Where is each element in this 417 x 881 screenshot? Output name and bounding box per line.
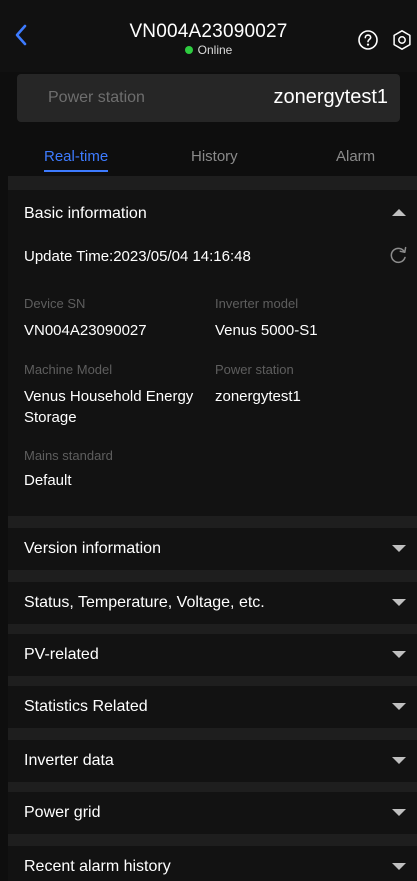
update-time-row: Update Time:2023/05/04 14:16:48: [24, 248, 251, 265]
refresh-button[interactable]: [387, 244, 409, 266]
device-status-label: Online: [197, 43, 233, 57]
section-divider: [8, 516, 417, 528]
power-station-value: zonergytest1: [273, 86, 388, 108]
section-label: Inverter data: [24, 752, 114, 769]
expand-chevron-down-icon: [392, 757, 406, 764]
expand-chevron-down-icon: [392, 863, 406, 870]
basic-information-title[interactable]: Basic information: [24, 205, 147, 223]
tab-real-time[interactable]: Real-time: [44, 148, 108, 165]
section-inverter-data[interactable]: Inverter data: [8, 740, 417, 782]
section-power-grid[interactable]: Power grid: [8, 792, 417, 834]
section-label: Status, Temperature, Voltage, etc.: [24, 594, 265, 611]
expand-chevron-down-icon: [392, 599, 406, 606]
refresh-icon: [390, 246, 407, 264]
section-status-temperature-voltage[interactable]: Status, Temperature, Voltage, etc.: [8, 582, 417, 624]
power-station-field-label: Power station: [215, 362, 294, 377]
device-sn-value: VN004A23090027: [24, 322, 147, 339]
section-label: Version information: [24, 540, 161, 557]
help-button[interactable]: [357, 29, 379, 51]
device-sn-label: Device SN: [24, 296, 86, 311]
inverter-model-value: Venus 5000-S1: [215, 322, 318, 339]
power-station-field-value: zonergytest1: [215, 388, 301, 405]
basic-information-panel: Basic information Update Time:2023/05/04…: [8, 190, 417, 516]
section-divider: [8, 676, 417, 686]
section-divider: [8, 570, 417, 582]
device-status: Online: [0, 43, 417, 57]
tab-bar: Real-time History Alarm: [0, 140, 417, 176]
tab-alarm[interactable]: Alarm: [336, 148, 375, 165]
section-label: Power grid: [24, 804, 101, 821]
expand-chevron-down-icon: [392, 703, 406, 710]
expand-chevron-down-icon: [392, 809, 406, 816]
collapse-chevron-up-icon[interactable]: [392, 209, 406, 216]
update-time-value: 2023/05/04 14:16:48: [113, 248, 251, 265]
machine-model-value: Venus Household Energy Storage: [24, 388, 194, 426]
settings-icon: [393, 30, 411, 50]
device-title-block: VN004A23090027 Online: [0, 21, 417, 58]
active-tab-indicator: [44, 170, 108, 172]
power-station-label: Power station: [48, 89, 145, 106]
expand-chevron-down-icon: [392, 651, 406, 658]
section-divider: [8, 728, 417, 740]
section-recent-alarm-history[interactable]: Recent alarm history: [8, 846, 417, 881]
top-header: VN004A23090027 Online: [0, 0, 417, 72]
help-icon: [358, 30, 378, 50]
section-version-information[interactable]: Version information: [8, 528, 417, 570]
inverter-model-label: Inverter model: [215, 296, 299, 311]
section-label: Statistics Related: [24, 698, 148, 715]
settings-button[interactable]: [391, 29, 413, 51]
section-divider: [8, 782, 417, 792]
tab-history[interactable]: History: [191, 148, 238, 165]
section-label: PV-related: [24, 646, 99, 663]
section-divider: [8, 834, 417, 846]
device-title: VN004A23090027: [129, 21, 288, 42]
section-label: Recent alarm history: [24, 858, 171, 875]
update-time-label: Update Time:: [24, 248, 114, 265]
expand-chevron-down-icon: [392, 545, 406, 552]
section-pv-related[interactable]: PV-related: [8, 634, 417, 676]
mains-standard-label: Mains standard: [24, 448, 113, 463]
online-status-dot: [184, 46, 193, 54]
mains-standard-value: Default: [24, 472, 72, 489]
machine-model-label: Machine Model: [24, 362, 113, 377]
power-station-selector[interactable]: Power station zonergytest1: [17, 74, 400, 122]
section-divider: [8, 176, 417, 190]
section-divider: [8, 624, 417, 634]
section-statistics-related[interactable]: Statistics Related: [8, 686, 417, 728]
